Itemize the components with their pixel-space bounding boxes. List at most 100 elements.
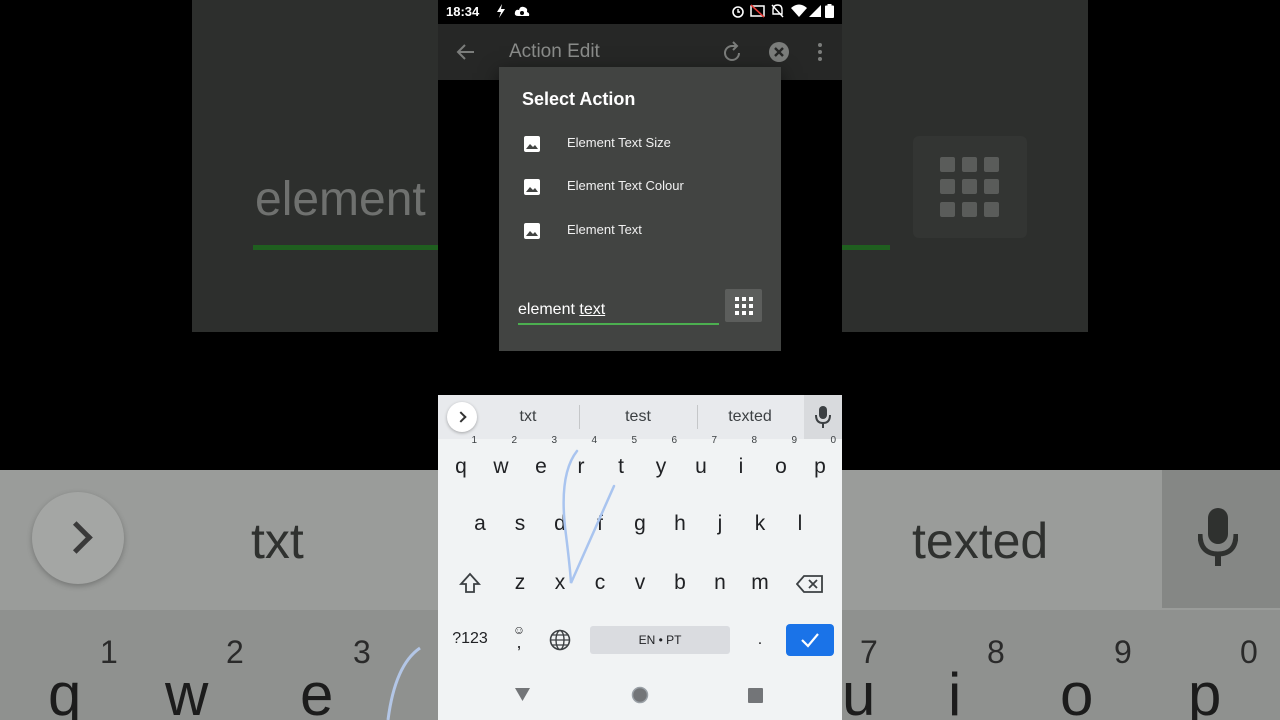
background-chevron-icon: [32, 492, 124, 584]
back-arrow-icon[interactable]: [454, 40, 478, 64]
signal-icon: [809, 5, 821, 17]
background-key-hint: 9: [1114, 634, 1132, 670]
shift-key[interactable]: [450, 559, 490, 607]
symbols-key[interactable]: ?123: [446, 630, 494, 648]
key-v[interactable]: v: [620, 559, 660, 607]
background-key-hint: 0: [1240, 634, 1258, 670]
option-label: Element Text: [567, 222, 642, 237]
undo-icon[interactable]: [720, 40, 744, 64]
key-m[interactable]: m: [740, 559, 780, 607]
key-p[interactable]: p0: [800, 435, 840, 491]
action-option-text-colour[interactable]: Element Text Colour: [499, 167, 781, 207]
cast-off-icon: [750, 4, 765, 18]
page-title: Action Edit: [509, 41, 600, 62]
option-label: Element Text Size: [567, 135, 671, 150]
action-option-text[interactable]: Element Text: [499, 211, 781, 251]
key-b[interactable]: b: [660, 559, 700, 607]
suggestion-bar: txt test texted: [438, 395, 842, 439]
voice-input-button[interactable]: [804, 395, 842, 439]
keyboard: txt test texted q1 w2 e3 r4 t5 y6 u 7 i …: [438, 395, 842, 720]
shift-icon: [459, 572, 481, 593]
cloud-eye-icon: [514, 6, 530, 16]
image-icon: [524, 223, 540, 239]
background-key-letter: i: [948, 661, 962, 720]
key-y[interactable]: y6: [641, 435, 681, 491]
select-action-dialog: Select Action Element Text Size Element …: [499, 67, 781, 351]
background-key-letter: o: [1060, 661, 1094, 720]
navigation-bar: [438, 673, 842, 720]
suggestion-item[interactable]: test: [598, 408, 678, 426]
action-option-text-size[interactable]: Element Text Size: [499, 124, 781, 164]
grid-button[interactable]: [725, 289, 762, 322]
key-n[interactable]: n: [700, 559, 740, 607]
background-key-hint: 2: [226, 634, 244, 670]
grid-icon: [735, 297, 753, 315]
option-label: Element Text Colour: [567, 178, 684, 193]
background-key-letter: q: [48, 661, 82, 720]
emoji-key[interactable]: ☺ ,: [509, 623, 529, 651]
background-underline: [253, 245, 443, 250]
background-suggestion: txt: [251, 513, 304, 569]
notifications-off-icon: [771, 4, 784, 18]
key-l[interactable]: l: [780, 500, 820, 548]
key-e[interactable]: e3: [521, 435, 561, 491]
key-u[interactable]: u7: [681, 435, 721, 491]
flash-icon: [497, 4, 505, 18]
key-q[interactable]: q1: [441, 435, 481, 491]
background-key-letter: w: [165, 661, 209, 720]
suggestion-item[interactable]: texted: [710, 408, 790, 426]
background-key-hint: 1: [100, 634, 118, 670]
period-key[interactable]: .: [753, 631, 767, 649]
key-g[interactable]: g: [620, 500, 660, 548]
battery-icon: [825, 4, 834, 18]
suggestion-divider: [579, 405, 580, 429]
key-w[interactable]: w2: [481, 435, 521, 491]
background-key-letter: u: [842, 661, 876, 720]
chevron-right-icon[interactable]: [447, 402, 477, 432]
key-k[interactable]: k: [740, 500, 780, 548]
checkmark-icon: [801, 633, 819, 648]
key-r[interactable]: r4: [561, 435, 601, 491]
backspace-icon: [796, 575, 823, 593]
image-icon: [524, 179, 540, 195]
search-word: element: [518, 301, 575, 318]
background-key-hint: 8: [987, 634, 1005, 670]
key-s[interactable]: s: [500, 500, 540, 548]
search-composing-word: text: [579, 301, 606, 318]
image-icon: [524, 136, 540, 152]
key-i[interactable]: i8: [721, 435, 761, 491]
key-a[interactable]: a: [460, 500, 500, 548]
key-d[interactable]: d: [540, 500, 580, 548]
mic-icon: [815, 406, 831, 428]
search-input[interactable]: element text: [518, 301, 605, 319]
more-vertical-icon[interactable]: [808, 40, 832, 64]
backspace-key[interactable]: [790, 559, 830, 607]
close-circle-icon[interactable]: [767, 40, 791, 64]
background-input-text: element: [255, 173, 426, 226]
wifi-icon: [791, 4, 807, 17]
key-f[interactable]: f: [580, 500, 620, 548]
dialog-title: Select Action: [522, 89, 636, 109]
suggestion-divider: [697, 405, 698, 429]
background-mic-icon: [1198, 508, 1238, 566]
suggestion-item[interactable]: txt: [488, 408, 568, 426]
key-x[interactable]: x: [540, 559, 580, 607]
key-t[interactable]: t5: [601, 435, 641, 491]
background-key-letter: p: [1188, 661, 1222, 720]
key-c[interactable]: c: [580, 559, 620, 607]
status-time: 18:34: [446, 4, 480, 19]
search-input-underline: [518, 323, 719, 325]
key-h[interactable]: h: [660, 500, 700, 548]
background-key-letter: e: [300, 661, 334, 720]
space-key[interactable]: EN • PT: [590, 626, 730, 654]
key-z[interactable]: z: [500, 559, 540, 607]
key-j[interactable]: j: [700, 500, 740, 548]
background-grid-button: [913, 136, 1027, 238]
globe-icon[interactable]: [549, 629, 571, 651]
key-o[interactable]: o9: [761, 435, 801, 491]
back-triangle-icon[interactable]: [514, 687, 531, 702]
recents-square-icon[interactable]: [748, 688, 764, 703]
background-underline: [840, 245, 890, 250]
home-circle-icon[interactable]: [631, 686, 649, 704]
done-key[interactable]: [786, 624, 834, 656]
